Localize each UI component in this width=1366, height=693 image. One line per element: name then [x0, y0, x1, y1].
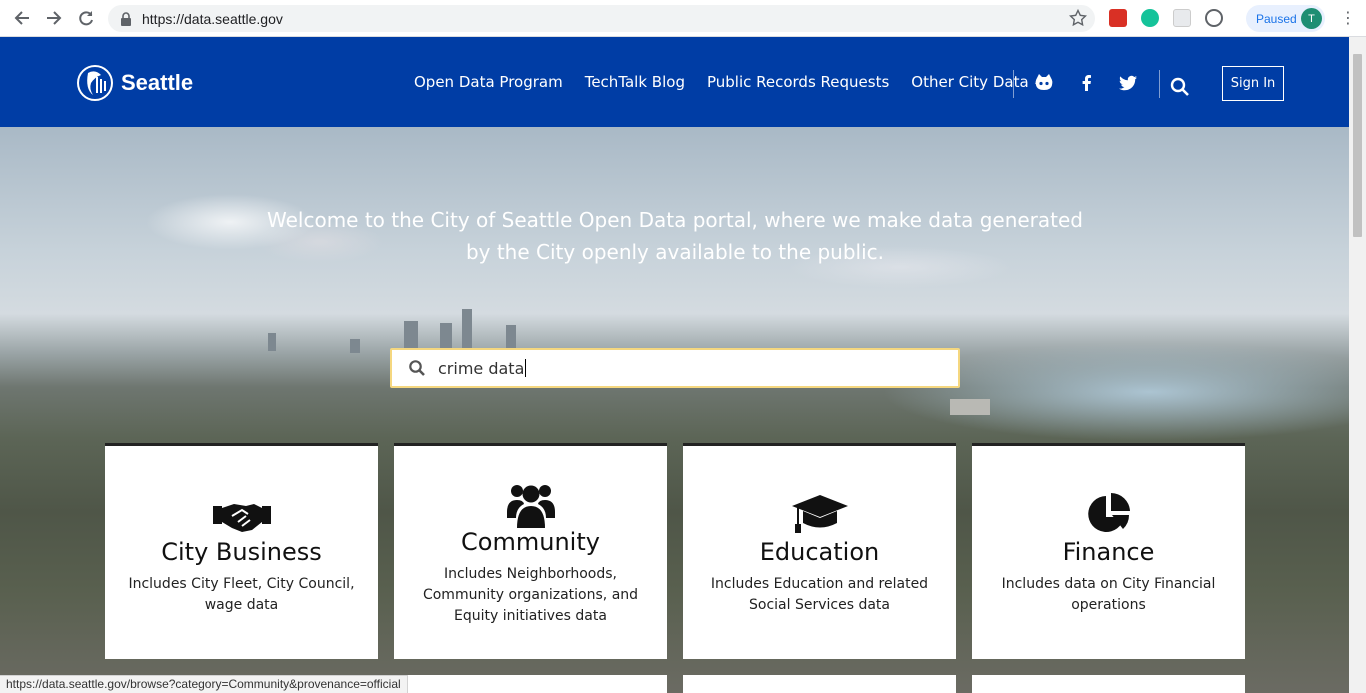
search-input[interactable]: crime data: [438, 359, 524, 378]
skyline-building: [350, 339, 360, 353]
users-icon: [394, 480, 667, 528]
card-description: Includes Neighborhoods, Community organi…: [422, 566, 639, 624]
card-description: Includes data on City Financial operatio…: [1001, 576, 1216, 613]
grammarly-icon[interactable]: [1141, 9, 1159, 27]
handshake-icon: [105, 496, 378, 536]
category-card-row2[interactable]: [972, 675, 1245, 693]
skyline-building: [440, 323, 452, 351]
reload-icon[interactable]: [70, 2, 102, 34]
extension-doc-icon[interactable]: [1173, 9, 1191, 27]
forward-icon[interactable]: [38, 2, 70, 34]
scrollbar-thumb[interactable]: [1353, 54, 1362, 237]
card-title: Education: [759, 538, 880, 566]
address-bar[interactable]: https://data.seattle.gov: [108, 5, 1095, 32]
waterfront-dock: [950, 399, 990, 415]
avatar: T: [1301, 8, 1322, 29]
card-description: Includes City Fleet, City Council, wage …: [128, 576, 355, 613]
extension-red-icon[interactable]: [1109, 9, 1127, 27]
profile-button[interactable]: Paused T: [1246, 5, 1325, 32]
category-card-city-business[interactable]: City Business Includes City Fleet, City …: [105, 443, 378, 659]
menu-icon[interactable]: ⋮: [1338, 8, 1358, 28]
logo-text: Seattle: [121, 70, 194, 95]
card-title: Finance: [1062, 538, 1155, 566]
twitter-icon[interactable]: [1118, 73, 1138, 93]
lock-icon: [121, 11, 131, 26]
nav-techtalk-blog[interactable]: TechTalk Blog: [585, 73, 685, 91]
category-card-row2[interactable]: [394, 675, 667, 693]
nav-other-city-data-label: Other City Data: [911, 73, 1029, 91]
card-title: Community: [461, 528, 600, 556]
seattle-logo[interactable]: Seattle: [77, 65, 193, 101]
skyline-building: [404, 321, 418, 351]
nav-divider: [1013, 70, 1014, 98]
browser-toolbar: https://data.seattle.gov Paused T ⋮: [0, 0, 1366, 37]
text-cursor: [525, 359, 527, 377]
profile-status: Paused: [1256, 11, 1297, 26]
sign-in-button[interactable]: Sign In: [1222, 66, 1284, 101]
facebook-icon[interactable]: [1077, 73, 1097, 93]
category-card-community[interactable]: Community Includes Neighborhoods, Commun…: [394, 443, 667, 659]
seattle-seal-icon: [77, 65, 113, 101]
card-title: City Business: [161, 538, 322, 566]
skyline-building: [462, 309, 472, 351]
hero-section: Welcome to the City of Seattle Open Data…: [0, 127, 1349, 693]
nav-public-records-requests[interactable]: Public Records Requests: [707, 73, 889, 91]
hero-tagline: Welcome to the City of Seattle Open Data…: [267, 208, 1083, 264]
back-icon[interactable]: [6, 2, 38, 34]
url-text[interactable]: https://data.seattle.gov: [142, 11, 283, 27]
page-scrollbar[interactable]: [1349, 37, 1366, 693]
card-description: Includes Education and related Social Se…: [710, 576, 929, 613]
category-card-education[interactable]: Education Includes Education and related…: [683, 443, 956, 659]
bookmark-star-icon[interactable]: [1069, 9, 1087, 27]
link-status-bar: https://data.seattle.gov/browse?category…: [0, 675, 408, 693]
site-header: Seattle Open Data Program TechTalk Blog …: [0, 37, 1349, 127]
graduation-cap-icon: [683, 492, 956, 534]
category-card-finance[interactable]: Finance Includes data on City Financial …: [972, 443, 1245, 659]
dataset-search-box[interactable]: crime data: [390, 348, 960, 388]
extension-aperture-icon[interactable]: [1205, 9, 1223, 27]
nav-divider-2: [1159, 70, 1160, 98]
search-magnifier-icon: [409, 360, 425, 376]
top-navigation: Open Data Program TechTalk Blog Public R…: [414, 73, 1087, 91]
category-card-row2[interactable]: [683, 675, 956, 693]
github-icon[interactable]: [1034, 73, 1054, 93]
nav-open-data-program[interactable]: Open Data Program: [414, 73, 563, 91]
search-icon[interactable]: [1170, 77, 1190, 97]
skyline-building: [268, 333, 276, 351]
pie-chart-icon: [972, 491, 1245, 537]
